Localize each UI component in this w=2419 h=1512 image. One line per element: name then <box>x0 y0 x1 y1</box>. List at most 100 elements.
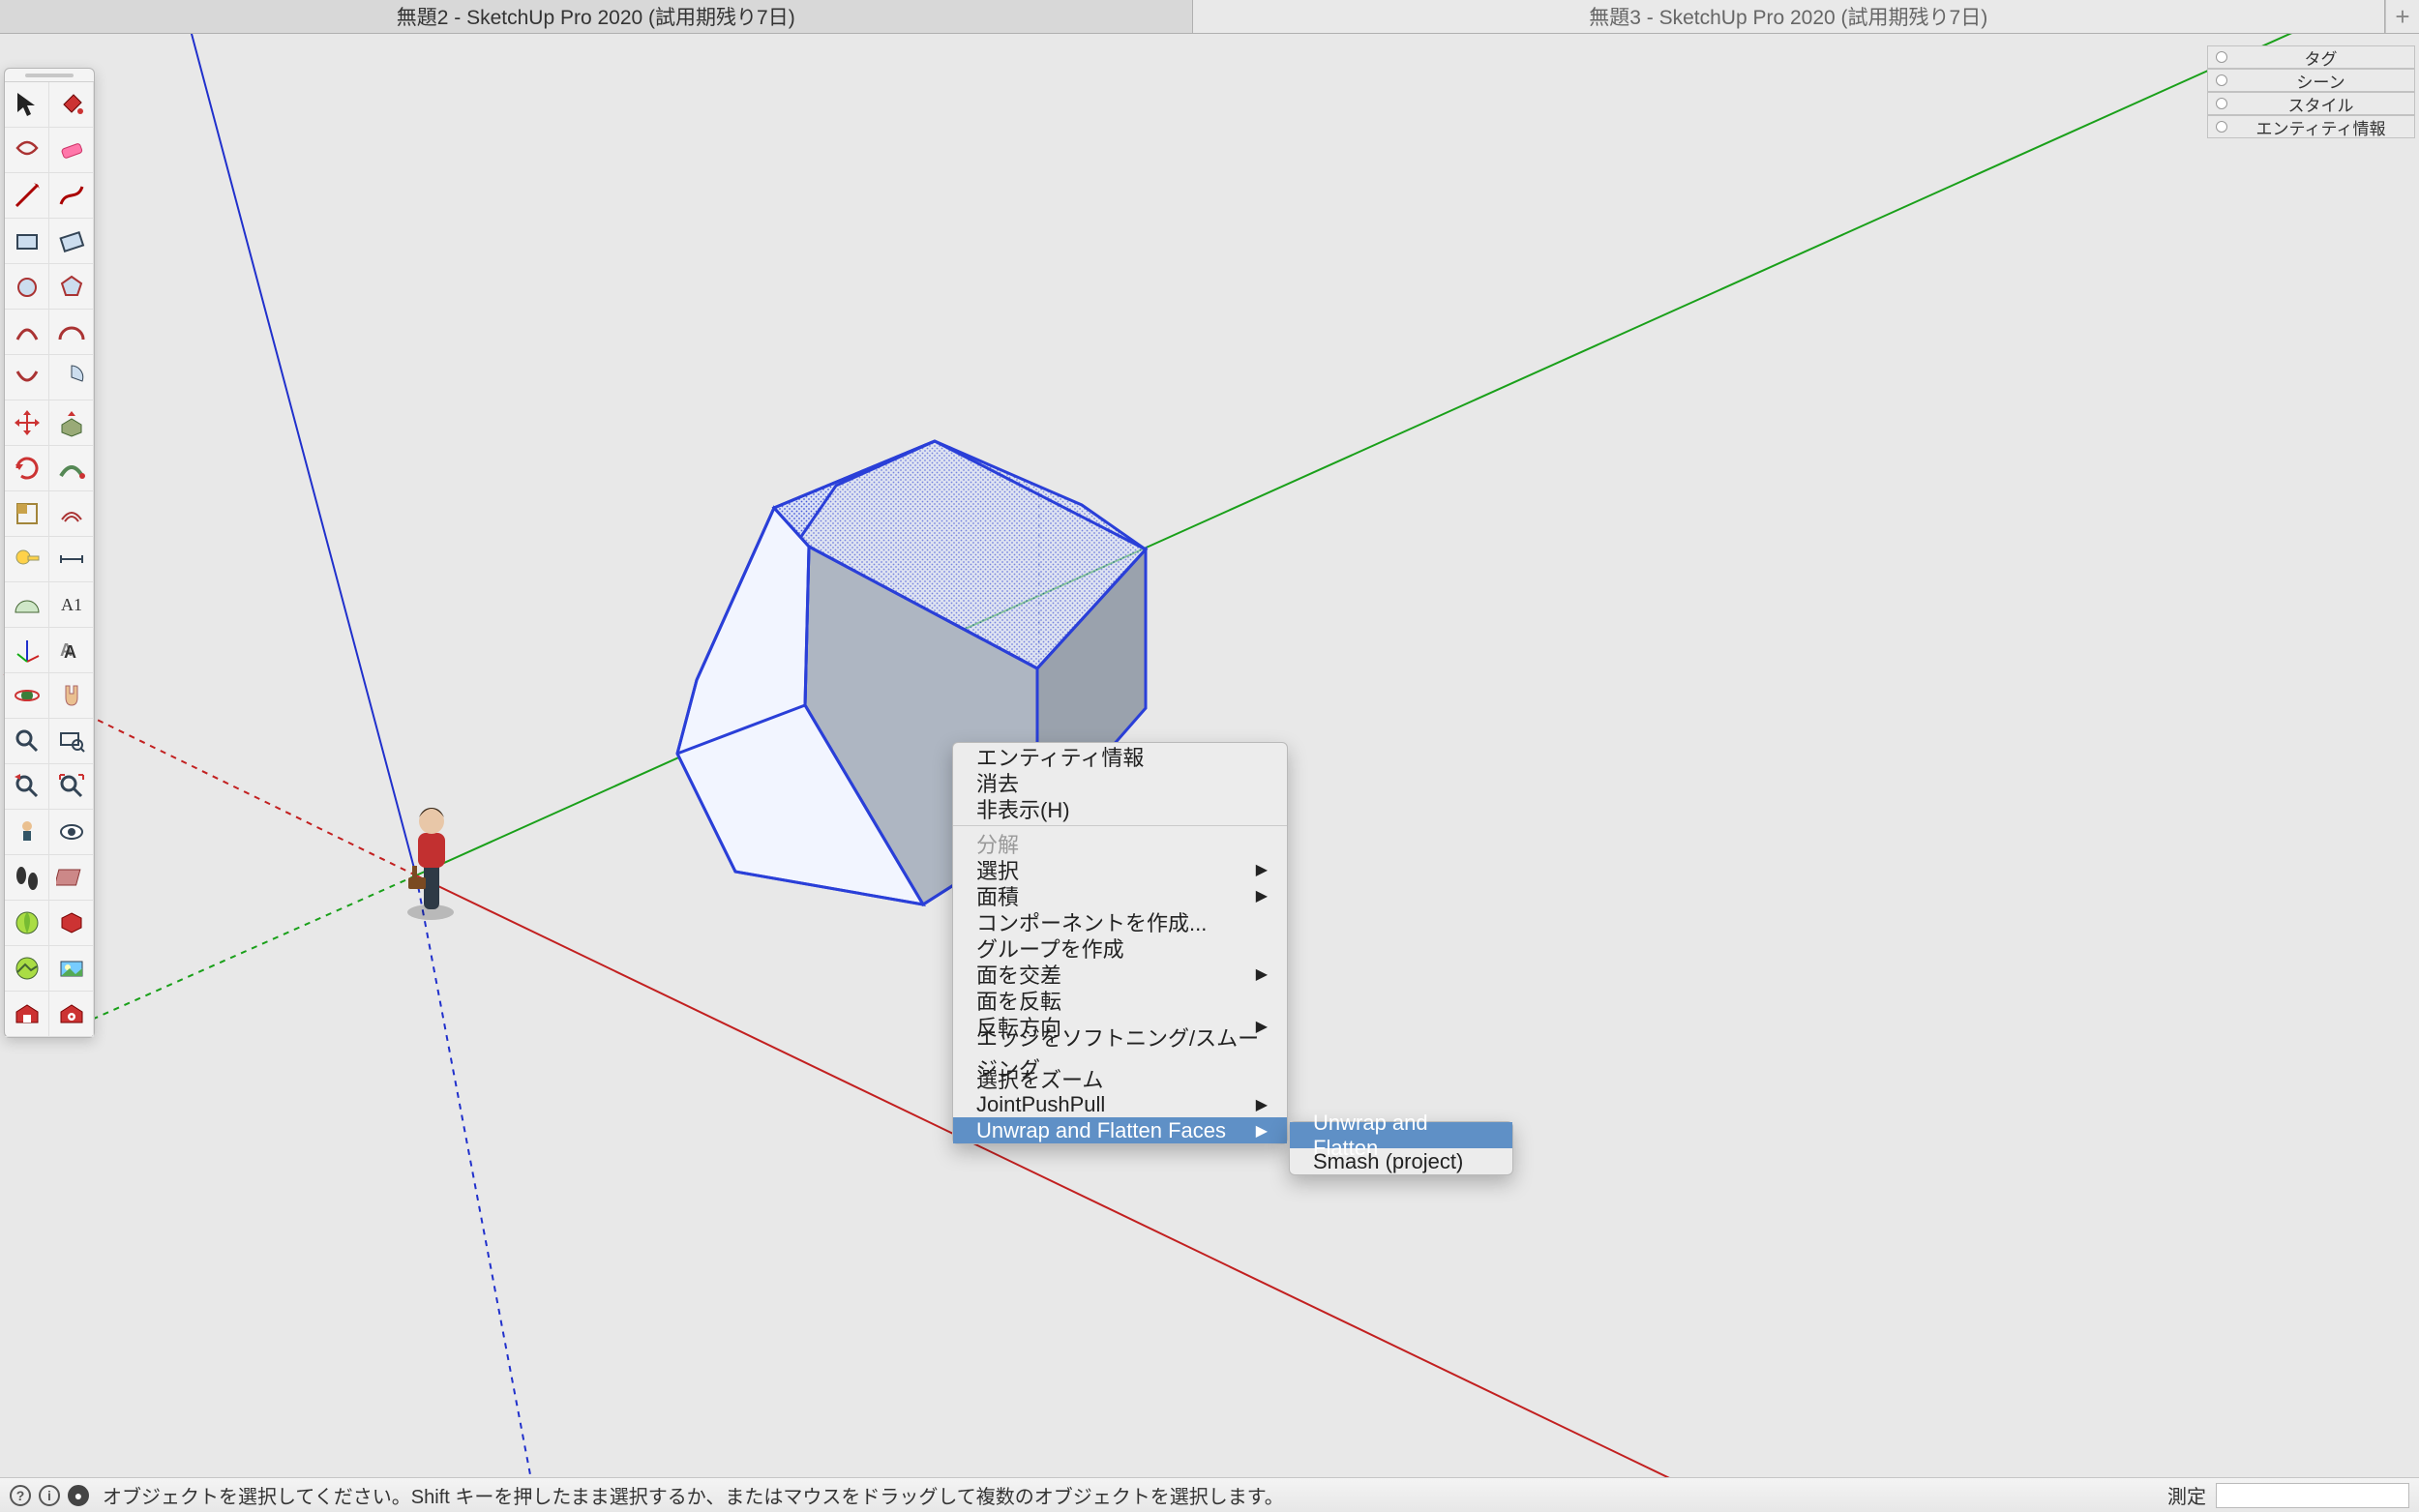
tray-label: タグ <box>2235 45 2406 70</box>
freehand-tool[interactable] <box>49 173 94 219</box>
menu-item[interactable]: コンポーネントを作成... <box>953 908 1287 934</box>
menu-item[interactable]: 面を反転 <box>953 987 1287 1013</box>
document-tab-1[interactable]: 無題2 - SketchUp Pro 2020 (試用期残り7日) <box>0 0 1193 33</box>
submenu-item[interactable]: Smash (project) <box>1290 1148 1512 1174</box>
section-plane-icon <box>56 862 87 893</box>
circle-tool[interactable] <box>5 264 49 310</box>
submenu-arrow-icon: ▶ <box>1256 1121 1268 1141</box>
tray-tags[interactable]: タグ <box>2207 45 2415 69</box>
menu-item[interactable]: Unwrap and Flatten Faces▶ <box>953 1117 1287 1143</box>
push-pull-tool[interactable] <box>49 400 94 446</box>
context-menu[interactable]: エンティティ情報消去非表示(H) 分解選択▶面積▶コンポーネントを作成...グルー… <box>952 742 1288 1144</box>
menu-item[interactable]: 非表示(H) <box>953 795 1287 821</box>
tape-measure-tool[interactable] <box>5 537 49 582</box>
zoom-extents-tool[interactable] <box>49 764 94 810</box>
protractor-tool[interactable] <box>5 582 49 628</box>
paint-bucket-tool[interactable] <box>49 82 94 128</box>
zoom-tool[interactable] <box>5 719 49 764</box>
menu-item[interactable]: エンティティ情報 <box>953 743 1287 769</box>
tray-styles[interactable]: スタイル <box>2207 92 2415 115</box>
collapse-icon[interactable] <box>2216 51 2227 63</box>
menu-item[interactable]: 面を交差▶ <box>953 961 1287 987</box>
menu-item[interactable]: 選択をズーム <box>953 1065 1287 1091</box>
photo-textures-icon <box>56 953 87 984</box>
tray-entity-info[interactable]: エンティティ情報 <box>2207 115 2415 138</box>
3d-text-tool[interactable]: AA <box>49 628 94 673</box>
svg-text:A1: A1 <box>61 595 82 614</box>
submenu-item[interactable]: Unwrap and Flatten <box>1290 1122 1512 1148</box>
position-camera-tool[interactable] <box>5 810 49 855</box>
measure-input[interactable] <box>2216 1483 2409 1508</box>
rotate-tool[interactable] <box>5 446 49 491</box>
menu-item[interactable]: エッジをソフトニング/スムージング <box>953 1039 1287 1065</box>
look-around-tool[interactable] <box>49 810 94 855</box>
dimension-tool[interactable] <box>49 537 94 582</box>
circle-icon <box>12 271 43 302</box>
text-tool[interactable]: A1 <box>49 582 94 628</box>
photo-textures-tool[interactable] <box>49 946 94 992</box>
get-models-tool[interactable] <box>49 901 94 946</box>
move-tool[interactable] <box>5 400 49 446</box>
follow-me-icon <box>56 453 87 484</box>
two-point-arc-tool[interactable] <box>49 310 94 355</box>
collapse-icon[interactable] <box>2216 98 2227 109</box>
freehand-icon <box>56 180 87 211</box>
section-plane-tool[interactable] <box>49 855 94 901</box>
menu-item: 分解 <box>953 830 1287 856</box>
toolbar-grip[interactable] <box>5 69 94 82</box>
3d-warehouse-tool[interactable] <box>5 992 49 1037</box>
axes-tool[interactable] <box>5 628 49 673</box>
follow-me-tool[interactable] <box>49 446 94 491</box>
document-tab-1-title: 無題2 - SketchUp Pro 2020 (試用期残り7日) <box>397 2 795 31</box>
tool-palette[interactable]: A1 AA <box>4 68 95 1038</box>
extension-warehouse-tool[interactable] <box>49 992 94 1037</box>
collapse-icon[interactable] <box>2216 121 2227 133</box>
select-tool[interactable] <box>5 82 49 128</box>
previous-view-tool[interactable] <box>5 764 49 810</box>
scale-icon <box>12 498 43 529</box>
eraser-tool[interactable] <box>49 128 94 173</box>
zoom-icon <box>12 726 43 756</box>
arc-icon <box>12 316 43 347</box>
new-tab-button[interactable]: + <box>2385 0 2419 33</box>
toggle-terrain-tool[interactable] <box>5 946 49 992</box>
context-submenu-unwrap[interactable]: Unwrap and FlattenSmash (project) <box>1289 1121 1513 1175</box>
profile-icon[interactable]: ● <box>68 1485 89 1506</box>
polygon-tool[interactable] <box>49 264 94 310</box>
offset-tool[interactable] <box>49 491 94 537</box>
menu-item-label: 非表示(H) <box>976 793 1070 824</box>
add-location-tool[interactable] <box>5 901 49 946</box>
credits-icon[interactable]: i <box>39 1485 60 1506</box>
menu-item[interactable]: 選択▶ <box>953 856 1287 882</box>
menu-separator <box>953 825 1287 826</box>
geolocation-icon[interactable]: ? <box>10 1485 31 1506</box>
orbit-tool[interactable] <box>5 673 49 719</box>
lasso-select-tool[interactable] <box>5 128 49 173</box>
rotate-icon <box>12 453 43 484</box>
line-icon <box>12 180 43 211</box>
menu-item[interactable]: 面積▶ <box>953 882 1287 908</box>
look-around-icon <box>56 816 87 847</box>
rectangle-tool[interactable] <box>5 219 49 264</box>
zoom-window-tool[interactable] <box>49 719 94 764</box>
pan-tool[interactable] <box>49 673 94 719</box>
line-tool[interactable] <box>5 173 49 219</box>
scale-tool[interactable] <box>5 491 49 537</box>
menu-item[interactable]: グループを作成 <box>953 934 1287 961</box>
offset-icon <box>56 498 87 529</box>
push-pull-icon <box>56 407 87 438</box>
axis-blue <box>184 34 416 875</box>
menu-item[interactable]: JointPushPull▶ <box>953 1091 1287 1117</box>
arc-tool[interactable] <box>5 310 49 355</box>
tray-scenes[interactable]: シーン <box>2207 69 2415 92</box>
eraser-icon <box>56 134 87 165</box>
menu-item[interactable]: 消去 <box>953 769 1287 795</box>
move-icon <box>12 407 43 438</box>
document-tab-2[interactable]: 無題3 - SketchUp Pro 2020 (試用期残り7日) <box>1193 0 2386 33</box>
three-point-arc-tool[interactable] <box>5 355 49 400</box>
rotated-rectangle-tool[interactable] <box>49 219 94 264</box>
walk-tool[interactable] <box>5 855 49 901</box>
collapse-icon[interactable] <box>2216 74 2227 86</box>
tray-label: シーン <box>2235 69 2406 93</box>
pie-tool[interactable] <box>49 355 94 400</box>
